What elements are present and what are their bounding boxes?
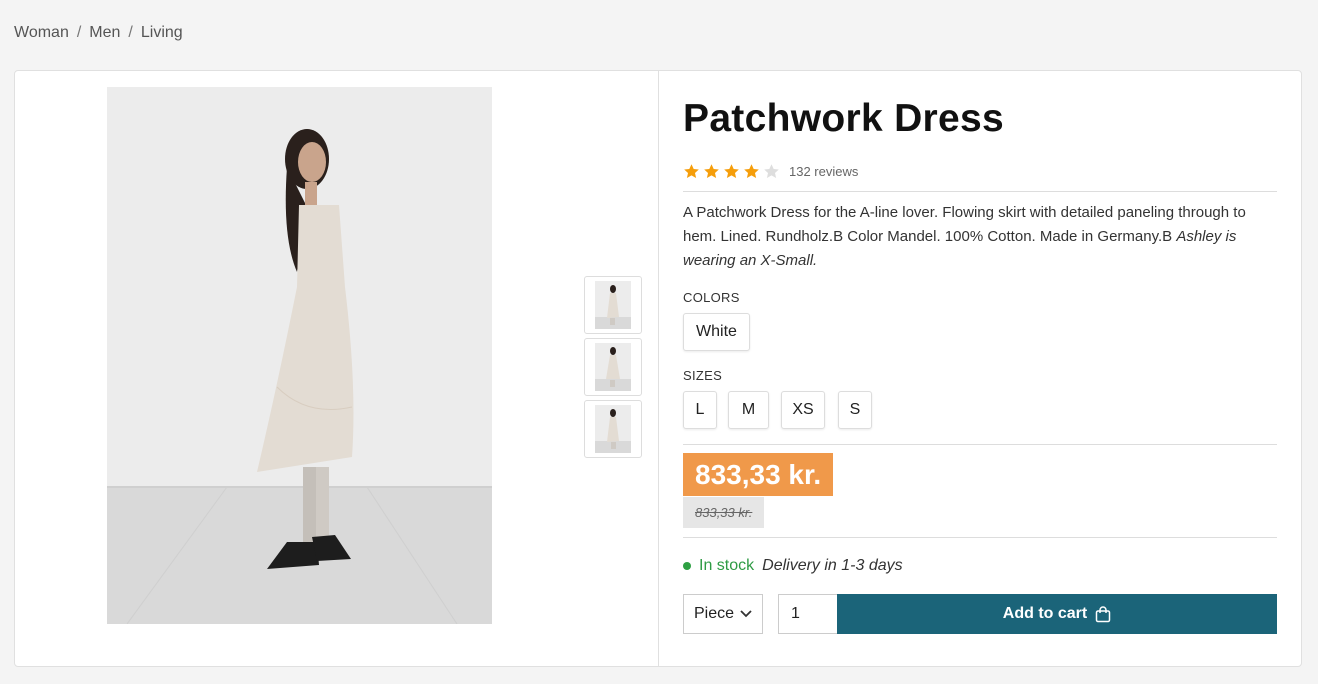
color-option-white[interactable]: White: [683, 313, 750, 351]
product-description: A Patchwork Dress for the A-line lover. …: [683, 201, 1279, 273]
size-option-m[interactable]: M: [728, 391, 769, 429]
product-card: Patchwork Dress 132 reviews A Patchwork …: [14, 70, 1302, 667]
in-stock-label: In stock: [699, 557, 755, 574]
star-filled-icon: [684, 164, 699, 179]
star-filled-icon: [744, 164, 759, 179]
divider: [683, 537, 1277, 538]
thumbnail-3[interactable]: [584, 400, 642, 458]
star-filled-icon: [724, 164, 739, 179]
thumbnail-list: [584, 276, 642, 458]
size-option-l[interactable]: L: [683, 391, 717, 429]
thumbnail-2[interactable]: [584, 338, 642, 396]
divider: [683, 191, 1277, 192]
breadcrumb-living[interactable]: Living: [141, 24, 183, 42]
sizes-label: SIZES: [683, 368, 723, 383]
thumbnail-image: [595, 281, 631, 329]
product-main-image[interactable]: [107, 87, 492, 624]
add-to-cart-label: Add to cart: [1002, 605, 1088, 622]
stock-status: In stock Delivery in 1-3 days: [683, 557, 903, 575]
breadcrumb-separator: /: [76, 24, 82, 41]
breadcrumb-men[interactable]: Men: [89, 24, 120, 42]
thumbnail-image: [595, 343, 631, 391]
unit-select[interactable]: Piece: [683, 594, 763, 634]
thumbnail-image: [595, 405, 631, 453]
quantity-input[interactable]: 1: [778, 594, 838, 634]
old-price: 833,33 kr.: [683, 497, 765, 528]
in-stock-dot-icon: [683, 562, 691, 570]
add-to-cart-button[interactable]: Add to cart: [837, 594, 1277, 634]
colors-label: COLORS: [683, 290, 740, 305]
thumbnail-1[interactable]: [584, 276, 642, 334]
shopping-bag-icon: [1095, 605, 1111, 622]
product-title: Patchwork Dress: [683, 97, 1004, 140]
chevron-down-icon: [740, 610, 752, 618]
breadcrumb: Woman / Men / Living: [14, 24, 183, 42]
star-empty-icon: [764, 164, 779, 179]
current-price: 833,33 kr.: [683, 453, 834, 496]
breadcrumb-separator: /: [128, 24, 133, 41]
product-photo: [107, 87, 492, 624]
size-option-xs[interactable]: XS: [781, 391, 825, 429]
description-text: A Patchwork Dress for the A-line lover. …: [683, 204, 1246, 245]
product-gallery: [15, 71, 659, 666]
size-option-s[interactable]: S: [838, 391, 872, 429]
breadcrumb-woman[interactable]: Woman: [14, 24, 69, 42]
product-rating[interactable]: 132 reviews: [683, 163, 858, 180]
review-count: 132 reviews: [789, 164, 859, 179]
delivery-time: Delivery in 1-3 days: [762, 557, 903, 574]
unit-select-value: Piece: [693, 605, 735, 622]
star-filled-icon: [704, 164, 719, 179]
divider: [683, 444, 1277, 445]
